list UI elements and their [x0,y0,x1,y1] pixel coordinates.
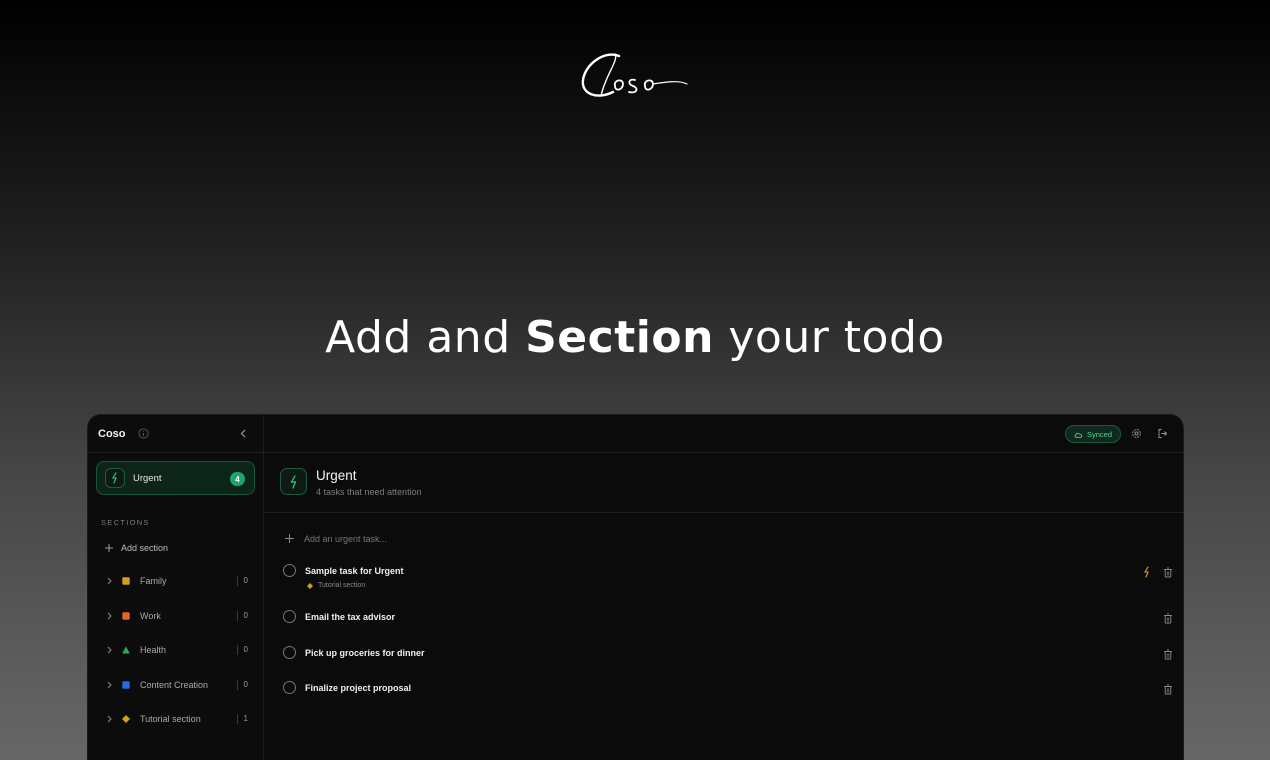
task-section-tag: Tutorial section [307,582,365,589]
trash-icon[interactable] [1163,567,1173,578]
add-task-input[interactable]: Add an urgent task... [284,533,387,544]
section-name: Content Creation [140,679,209,690]
task-section-name: Tutorial section [318,582,366,589]
section-name: Tutorial section [140,714,201,725]
urgent-count-badge: 4 [230,472,245,486]
section-name: Health [140,645,167,656]
add-section-label: Add section [121,543,169,553]
section-color-icon [122,715,130,724]
app-window: Coso Urgent 4 SECTIONS Add section Famil… [87,414,1184,760]
chevron-right-icon[interactable] [106,646,113,654]
cloud-icon [1074,431,1083,438]
task-row: Finalize project proposal [283,681,1173,701]
plus-icon [104,543,114,553]
task-checkbox[interactable] [283,564,296,577]
section-color-icon [122,646,130,654]
trash-icon[interactable] [1163,649,1173,660]
hero-bold: Section [525,312,714,363]
page-subtitle: 4 tasks that need attention [316,487,422,497]
coso-script-logo [581,53,688,97]
task-title[interactable]: Finalize project proposal [305,683,411,693]
sidebar-section-item[interactable]: Family 0 [88,564,263,599]
page-title: Urgent [316,468,357,483]
section-name: Work [140,610,161,621]
hero-headline: Add and Section your todo [0,312,1270,363]
chevron-right-icon[interactable] [106,612,113,620]
trash-icon[interactable] [1163,684,1173,695]
task-title[interactable]: Pick up groceries for dinner [305,648,425,658]
section-count: 0 [236,576,248,587]
sidebar-header: Coso [88,415,263,453]
task-title[interactable]: Sample task for Urgent [305,566,404,576]
section-color-icon [122,681,130,689]
section-color-icon [122,612,130,620]
section-name: Family [140,576,167,587]
plus-icon [284,533,295,544]
info-icon[interactable] [137,428,149,439]
urgent-page-icon [280,468,307,495]
collapse-sidebar-icon[interactable] [238,428,249,439]
section-count: 0 [236,610,248,621]
chevron-right-icon[interactable] [106,681,113,689]
section-count: 1 [236,714,248,725]
coso-logo [0,46,1270,110]
section-count: 0 [236,679,248,690]
add-task-placeholder: Add an urgent task... [304,533,388,544]
hero-post: your todo [713,312,945,363]
urgent-label: Urgent [133,472,162,484]
task-row: Pick up groceries for dinner [283,646,1173,666]
section-count: 0 [236,645,248,656]
sidebar-section-item[interactable]: Work 0 [88,599,263,634]
sidebar-section-item[interactable]: Tutorial section 1 [88,702,263,737]
section-color-icon [122,577,130,585]
main-panel: Synced Urgent 4 tasks that need attentio… [264,415,1183,760]
section-list: Family 0 Work 0 Health 0 Content Creation 0 Tuto… [88,564,263,737]
task-checkbox[interactable] [283,610,296,623]
sidebar-section-item[interactable]: Content Creation 0 [88,668,263,703]
chevron-right-icon[interactable] [106,577,113,585]
gear-icon[interactable] [1131,428,1142,439]
hero-pre: Add and [325,312,526,363]
task-title[interactable]: Email the tax advisor [305,612,395,622]
task-checkbox[interactable] [283,646,296,659]
top-bar: Synced [264,415,1183,453]
task-row: Email the tax advisor [283,610,1173,630]
logout-icon[interactable] [1157,428,1168,439]
task-checkbox[interactable] [283,681,296,694]
urgent-icon [105,468,125,488]
diamond-icon [307,582,313,589]
task-row: Sample task for Urgent Tutorial section [283,564,1173,589]
sidebar-item-urgent[interactable]: Urgent 4 [96,461,255,495]
add-section-button[interactable]: Add section [104,542,263,554]
sidebar-title: Coso [98,427,126,440]
sidebar-section-item[interactable]: Health 0 [88,633,263,668]
sections-heading: SECTIONS [101,518,150,527]
synced-label: Synced [1086,429,1112,439]
trash-icon[interactable] [1163,613,1173,624]
page-header: Urgent 4 tasks that need attention [264,453,1183,513]
sidebar: Coso Urgent 4 SECTIONS Add section Famil… [88,415,264,760]
synced-status-badge[interactable]: Synced [1064,425,1121,443]
chevron-right-icon[interactable] [106,715,113,723]
urgent-flag-icon[interactable] [1142,566,1151,578]
